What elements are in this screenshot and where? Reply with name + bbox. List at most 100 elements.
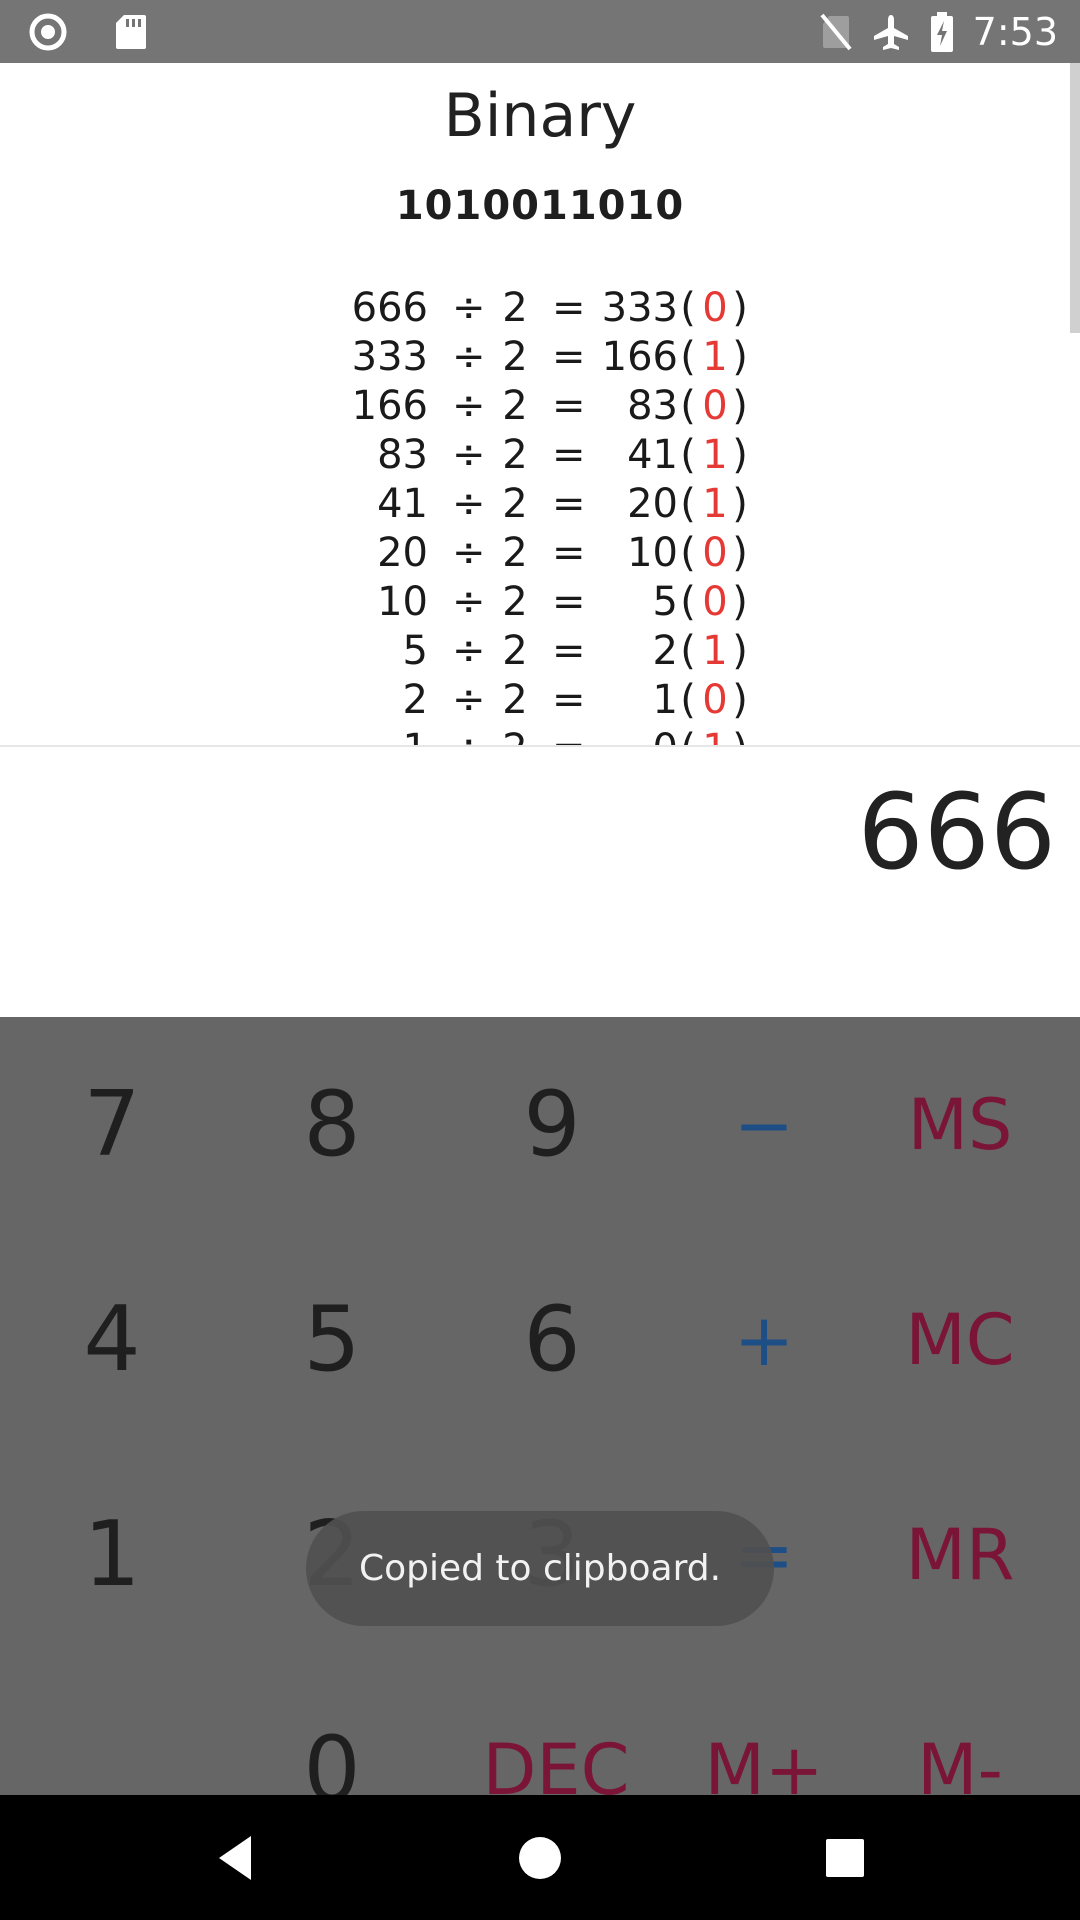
step-remainder: 0	[702, 677, 728, 723]
step-quotient: 83	[627, 383, 678, 429]
status-right-icons: 7:53	[819, 0, 1058, 63]
step-dividend: 333	[351, 334, 428, 380]
key-1[interactable]: 1	[4, 1447, 220, 1662]
step-divide-sign: ÷	[452, 285, 486, 331]
key-minus[interactable]: −	[656, 1017, 872, 1232]
key-memory-store[interactable]: MS	[852, 1017, 1068, 1232]
step-open-paren: (	[680, 481, 696, 527]
step-quotient: 166	[601, 334, 678, 380]
step-divide-sign: ÷	[452, 530, 486, 576]
step-close-paren: )	[732, 579, 748, 625]
step-divide-sign: ÷	[452, 383, 486, 429]
step-open-paren: (	[680, 579, 696, 625]
key-0[interactable]: 0	[224, 1662, 440, 1795]
step-remainder: 1	[702, 481, 728, 527]
record-icon	[28, 12, 68, 52]
input-value[interactable]: 666	[857, 771, 1056, 893]
home-icon[interactable]	[507, 1825, 573, 1891]
division-step-row: 41 ÷ 2 = 20 ( 1 )	[0, 481, 1080, 530]
recents-icon[interactable]	[812, 1825, 878, 1891]
step-quotient: 5	[652, 579, 678, 625]
step-close-paren: )	[732, 726, 748, 745]
step-dividend: 5	[402, 628, 428, 674]
input-display[interactable]: 666	[0, 747, 1080, 1017]
step-open-paren: (	[680, 334, 696, 380]
key-9[interactable]: 9	[444, 1017, 660, 1232]
toast-message: Copied to clipboard.	[306, 1511, 774, 1626]
division-step-row: 10 ÷ 2 = 5 ( 0 )	[0, 579, 1080, 628]
step-divisor: 2	[502, 334, 528, 380]
key-6[interactable]: 6	[444, 1232, 660, 1447]
step-close-paren: )	[732, 285, 748, 331]
division-steps: 666 ÷ 2 = 333 ( 0 ) 333 ÷ 2 = 166 ( 1 ) …	[0, 285, 1080, 745]
step-open-paren: (	[680, 628, 696, 674]
step-close-paren: )	[732, 383, 748, 429]
key-5[interactable]: 5	[224, 1232, 440, 1447]
step-divide-sign: ÷	[452, 628, 486, 674]
division-step-row: 83 ÷ 2 = 41 ( 1 )	[0, 432, 1080, 481]
step-equals-sign: =	[552, 628, 586, 674]
key-dec[interactable]: DEC	[448, 1662, 664, 1796]
step-dividend: 83	[377, 432, 428, 478]
step-close-paren: )	[732, 334, 748, 380]
step-open-paren: (	[680, 530, 696, 576]
step-dividend: 166	[351, 383, 428, 429]
division-step-row: 1 ÷ 2 = 0 ( 1 )	[0, 726, 1080, 745]
binary-result[interactable]: 1010011010	[0, 183, 1080, 229]
step-divisor: 2	[500, 726, 530, 745]
key-8[interactable]: 8	[224, 1017, 440, 1232]
navigation-bar	[0, 1795, 1080, 1920]
step-divide-sign: ÷	[452, 334, 486, 380]
back-icon[interactable]	[202, 1825, 268, 1891]
key-memory-subtract[interactable]: M-	[852, 1662, 1068, 1796]
no-sim-icon	[819, 12, 853, 52]
key-4[interactable]: 4	[4, 1232, 220, 1447]
step-divisor: 2	[502, 530, 528, 576]
step-divisor: 2	[502, 432, 528, 478]
step-divide-sign: ÷	[452, 726, 486, 745]
key-memory-add[interactable]: M+	[656, 1662, 872, 1796]
step-dividend: 41	[377, 481, 428, 527]
step-divisor: 2	[502, 285, 528, 331]
step-dividend: 10	[377, 579, 428, 625]
result-title: Binary	[443, 81, 637, 151]
step-dividend: 20	[377, 530, 428, 576]
step-close-paren: )	[732, 628, 748, 674]
result-panel[interactable]: Binary 1010011010 666 ÷ 2 = 333 ( 0 ) 33…	[0, 63, 1080, 745]
step-remainder: 0	[702, 579, 728, 625]
step-open-paren: (	[680, 383, 696, 429]
step-remainder: 0	[702, 285, 728, 331]
step-remainder: 0	[702, 383, 728, 429]
key-memory-recall[interactable]: MR	[852, 1447, 1068, 1662]
step-open-paren: (	[680, 677, 696, 723]
status-left-icons	[28, 12, 148, 52]
status-time: 7:53	[972, 9, 1058, 54]
step-quotient: 333	[601, 285, 678, 331]
step-open-paren: (	[680, 726, 696, 745]
step-close-paren: )	[732, 432, 748, 478]
step-divide-sign: ÷	[452, 481, 486, 527]
step-dividend: 666	[351, 285, 428, 331]
step-divide-sign: ÷	[452, 677, 486, 723]
step-dividend: 1	[340, 726, 428, 745]
step-quotient: 20	[627, 481, 678, 527]
key-memory-clear[interactable]: MC	[852, 1232, 1068, 1447]
division-step-row: 20 ÷ 2 = 10 ( 0 )	[0, 530, 1080, 579]
step-equals-sign: =	[552, 285, 586, 331]
key-plus[interactable]: +	[656, 1232, 872, 1447]
key-7[interactable]: 7	[4, 1017, 220, 1232]
division-step-row: 5 ÷ 2 = 2 ( 1 )	[0, 628, 1080, 677]
division-step-row: 2 ÷ 2 = 1 ( 0 )	[0, 677, 1080, 726]
step-equals-sign: =	[552, 334, 586, 380]
step-close-paren: )	[732, 530, 748, 576]
step-divide-sign: ÷	[452, 432, 486, 478]
step-open-paren: (	[680, 285, 696, 331]
step-quotient: 10	[627, 530, 678, 576]
step-equals-sign: =	[552, 481, 586, 527]
step-close-paren: )	[732, 677, 748, 723]
step-remainder: 1	[700, 726, 730, 745]
step-quotient: 0	[580, 726, 678, 745]
step-divisor: 2	[502, 481, 528, 527]
step-divide-sign: ÷	[452, 579, 486, 625]
step-equals-sign: =	[552, 432, 586, 478]
